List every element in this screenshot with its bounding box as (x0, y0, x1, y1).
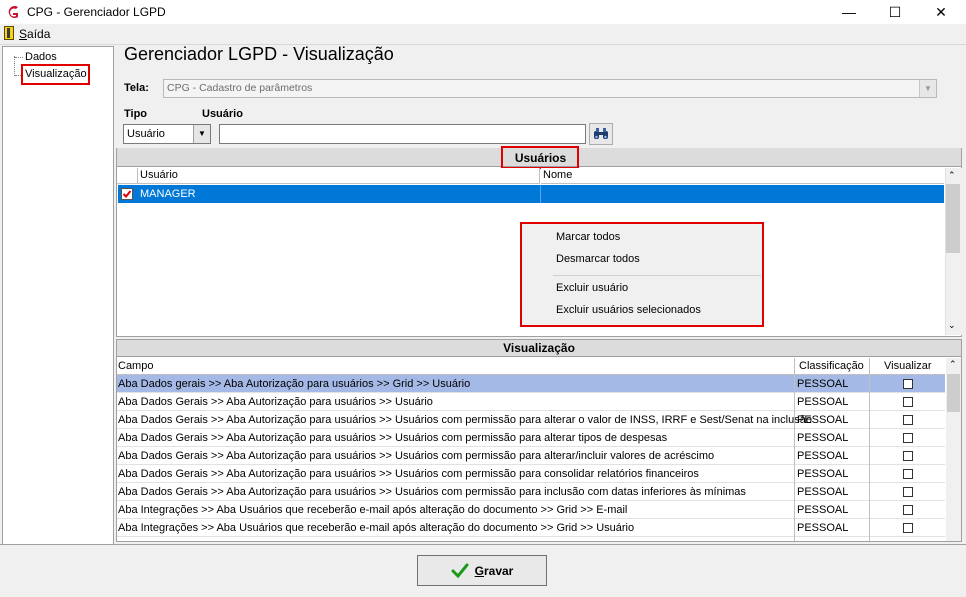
tree-item-visualizacao[interactable]: Visualização (25, 68, 87, 80)
cell-classificacao: PESSOAL (797, 378, 849, 390)
chevron-down-icon[interactable]: ▼ (193, 125, 210, 143)
tela-select-value: CPG - Cadastro de parâmetros (167, 82, 313, 94)
cell-classificacao: PESSOAL (797, 432, 849, 444)
cell-campo: Aba Dados Gerais >> Aba Autorização para… (118, 468, 699, 480)
usuarios-panel-title: Usuários (514, 150, 567, 165)
maximize-icon: ☐ (888, 3, 902, 20)
save-button-label: Gravar (475, 564, 514, 578)
usuario-label: Usuário (202, 108, 243, 120)
visualizar-checkbox[interactable] (903, 451, 913, 461)
visualizar-checkbox[interactable] (903, 523, 913, 533)
visualizacao-panel-title: Visualização (116, 339, 962, 357)
tree-connector (14, 56, 15, 76)
cell-campo: Aba Dados Gerais >> Aba Autorização para… (118, 486, 746, 498)
close-icon: ✕ (935, 3, 947, 20)
column-header-visualizar[interactable]: Visualizar (884, 358, 932, 374)
column-divider (540, 185, 541, 203)
exit-door-icon (4, 26, 14, 40)
scroll-down-icon[interactable]: ⌄ (948, 320, 956, 331)
checkmark-icon (451, 563, 469, 578)
chevron-down-icon[interactable]: ▼ (919, 80, 936, 97)
cell-campo: Aba Dados Gerais >> Aba Autorização para… (118, 414, 812, 426)
tree-connector (15, 57, 23, 58)
column-header-classificacao[interactable]: Classificação (799, 358, 864, 374)
column-header-campo[interactable]: Campo (118, 358, 153, 374)
usuarios-scrollbar-thumb[interactable] (946, 184, 960, 253)
page-title: Gerenciador LGPD - Visualização (124, 44, 394, 64)
menu-item-desmarcar-todos[interactable]: Desmarcar todos (556, 253, 640, 265)
save-button[interactable]: Gravar (417, 555, 547, 586)
cell-classificacao: PESSOAL (797, 414, 849, 426)
usuario-input[interactable] (219, 124, 586, 144)
column-divider (794, 358, 795, 541)
menu-item-excluir-selecionados[interactable]: Excluir usuários selecionados (556, 304, 701, 316)
binoculars-icon (594, 128, 608, 139)
row-checkbox[interactable] (121, 188, 133, 200)
cell-campo: Aba Dados Gerais >> Aba Autorização para… (118, 396, 433, 408)
cell-classificacao: PESSOAL (797, 504, 849, 516)
tipo-select[interactable]: Usuário ▼ (123, 124, 211, 144)
cell-classificacao: PESSOAL (797, 486, 849, 498)
cell-classificacao: PESSOAL (797, 468, 849, 480)
tree-item-dados[interactable]: Dados (25, 51, 57, 63)
menu-exit[interactable]: Saída (19, 27, 50, 41)
column-header-nome[interactable]: Nome (541, 168, 944, 184)
visualizar-checkbox[interactable] (903, 415, 913, 425)
search-button[interactable] (589, 123, 613, 145)
cell-campo: Aba Dados Gerais >> Aba Autorização para… (118, 450, 715, 462)
cell-campo: Aba Dados Gerais >> Aba Autorização para… (118, 432, 668, 444)
table-row[interactable] (118, 185, 944, 203)
app-logo-icon (8, 6, 18, 18)
visualizar-checkbox[interactable] (903, 379, 913, 389)
visualizar-checkbox[interactable] (903, 487, 913, 497)
cell-classificacao: PESSOAL (797, 450, 849, 462)
visualizacao-scrollbar-thumb[interactable] (947, 374, 960, 412)
maximize-button[interactable]: ☐ (872, 0, 918, 24)
navigation-tree (2, 46, 114, 545)
menu-exit-label-rest: aída (27, 27, 51, 41)
tela-select[interactable]: CPG - Cadastro de parâmetros ▼ (163, 79, 937, 98)
column-divider (869, 358, 870, 541)
menu-item-excluir-usuario[interactable]: Excluir usuário (556, 282, 628, 294)
cell-classificacao: PESSOAL (797, 396, 849, 408)
tela-label: Tela: (124, 82, 149, 94)
menu-exit-mnemonic: S (19, 27, 28, 41)
scroll-up-icon[interactable]: ⌃ (948, 170, 956, 181)
checkmark-icon (122, 190, 132, 198)
close-button[interactable]: ✕ (918, 0, 964, 24)
row-usuario-cell: MANAGER (140, 188, 196, 200)
cell-campo: Aba Integrações >> Aba Usuários que rece… (118, 504, 628, 516)
menu-separator (553, 275, 761, 276)
grid-corner-cell (117, 168, 138, 184)
save-button-mnemonic: G (474, 563, 484, 578)
window-title: CPG - Gerenciador LGPD (27, 5, 166, 19)
visualizar-checkbox[interactable] (903, 397, 913, 407)
menu-bar (0, 24, 966, 45)
menu-item-marcar-todos[interactable]: Marcar todos (556, 231, 620, 243)
cell-classificacao: PESSOAL (797, 522, 849, 534)
tipo-label: Tipo (124, 108, 148, 120)
footer-divider (0, 544, 966, 545)
visualizar-checkbox[interactable] (903, 505, 913, 515)
column-header-usuario[interactable]: Usuário (138, 168, 540, 184)
tipo-select-value: Usuário (127, 128, 165, 140)
visualizar-checkbox[interactable] (903, 469, 913, 479)
cell-campo: Aba Integrações >> Aba Usuários que rece… (118, 522, 635, 534)
visualizar-checkbox[interactable] (903, 433, 913, 443)
minimize-button[interactable]: — (826, 0, 872, 24)
minimize-icon: — (842, 4, 856, 20)
scroll-up-icon[interactable]: ⌃ (949, 359, 957, 370)
cell-campo: Aba Dados gerais >> Aba Autorização para… (118, 378, 471, 390)
save-button-label-rest: ravar (483, 563, 514, 578)
